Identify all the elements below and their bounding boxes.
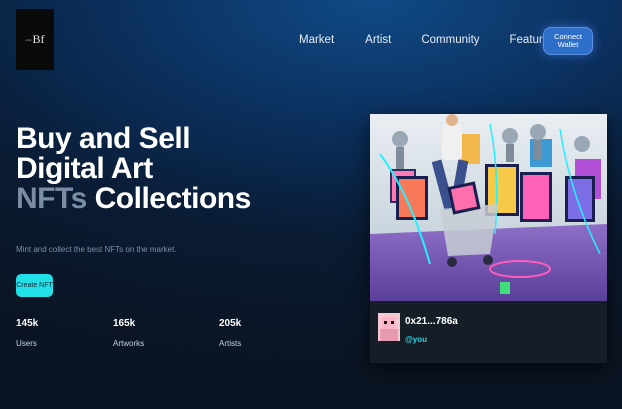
owner-handle-link[interactable]: @you	[405, 335, 427, 344]
brand-logo-text: Bf	[32, 32, 45, 46]
hero-title-line-2: Digital Art	[16, 152, 153, 185]
hero-title-line-1: Buy and Sell	[16, 122, 191, 155]
brand-logo-small-text: artist	[25, 37, 32, 42]
stat-value: 145k	[16, 318, 39, 329]
nft-card[interactable]: 0x21...786a @you	[370, 114, 607, 363]
stat-label: Artworks	[113, 339, 145, 348]
brand-logo[interactable]: artist Bf	[16, 9, 54, 70]
stat-label: Artists	[219, 339, 242, 348]
hero-title-nfts: NFTs	[16, 182, 87, 215]
pixel-avatar-icon	[378, 313, 400, 341]
stat-users: 145k Users	[16, 318, 38, 348]
nft-card-footer: 0x21...786a @you	[370, 301, 607, 363]
stat-artworks: 165k Artworks	[113, 318, 144, 348]
nav-item-community[interactable]: Community	[421, 34, 479, 46]
owner-address: 0x21...786a	[405, 316, 458, 327]
hero-title-collections: Collections	[86, 182, 252, 215]
stat-label: Users	[16, 339, 37, 348]
connect-wallet-button[interactable]: Connect Wallet	[543, 27, 593, 55]
hero-title-line-3: NFTs Collections	[16, 184, 251, 214]
hero-title: Buy and Sell Digital Art NFTs Collection…	[16, 124, 251, 214]
stat-value: 165k	[113, 318, 136, 329]
main-nav: Market Artist Community Features	[299, 34, 555, 46]
nav-item-artist[interactable]: Artist	[365, 34, 391, 46]
create-nft-button[interactable]: Create NFT	[16, 274, 53, 297]
nav-item-market[interactable]: Market	[299, 34, 334, 46]
nft-artwork-image	[370, 114, 607, 301]
stat-value: 205k	[219, 318, 242, 329]
stat-artists: 205k Artists	[219, 318, 241, 348]
hero-subtitle: Mint and collect the best NFTs on the ma…	[16, 245, 177, 254]
